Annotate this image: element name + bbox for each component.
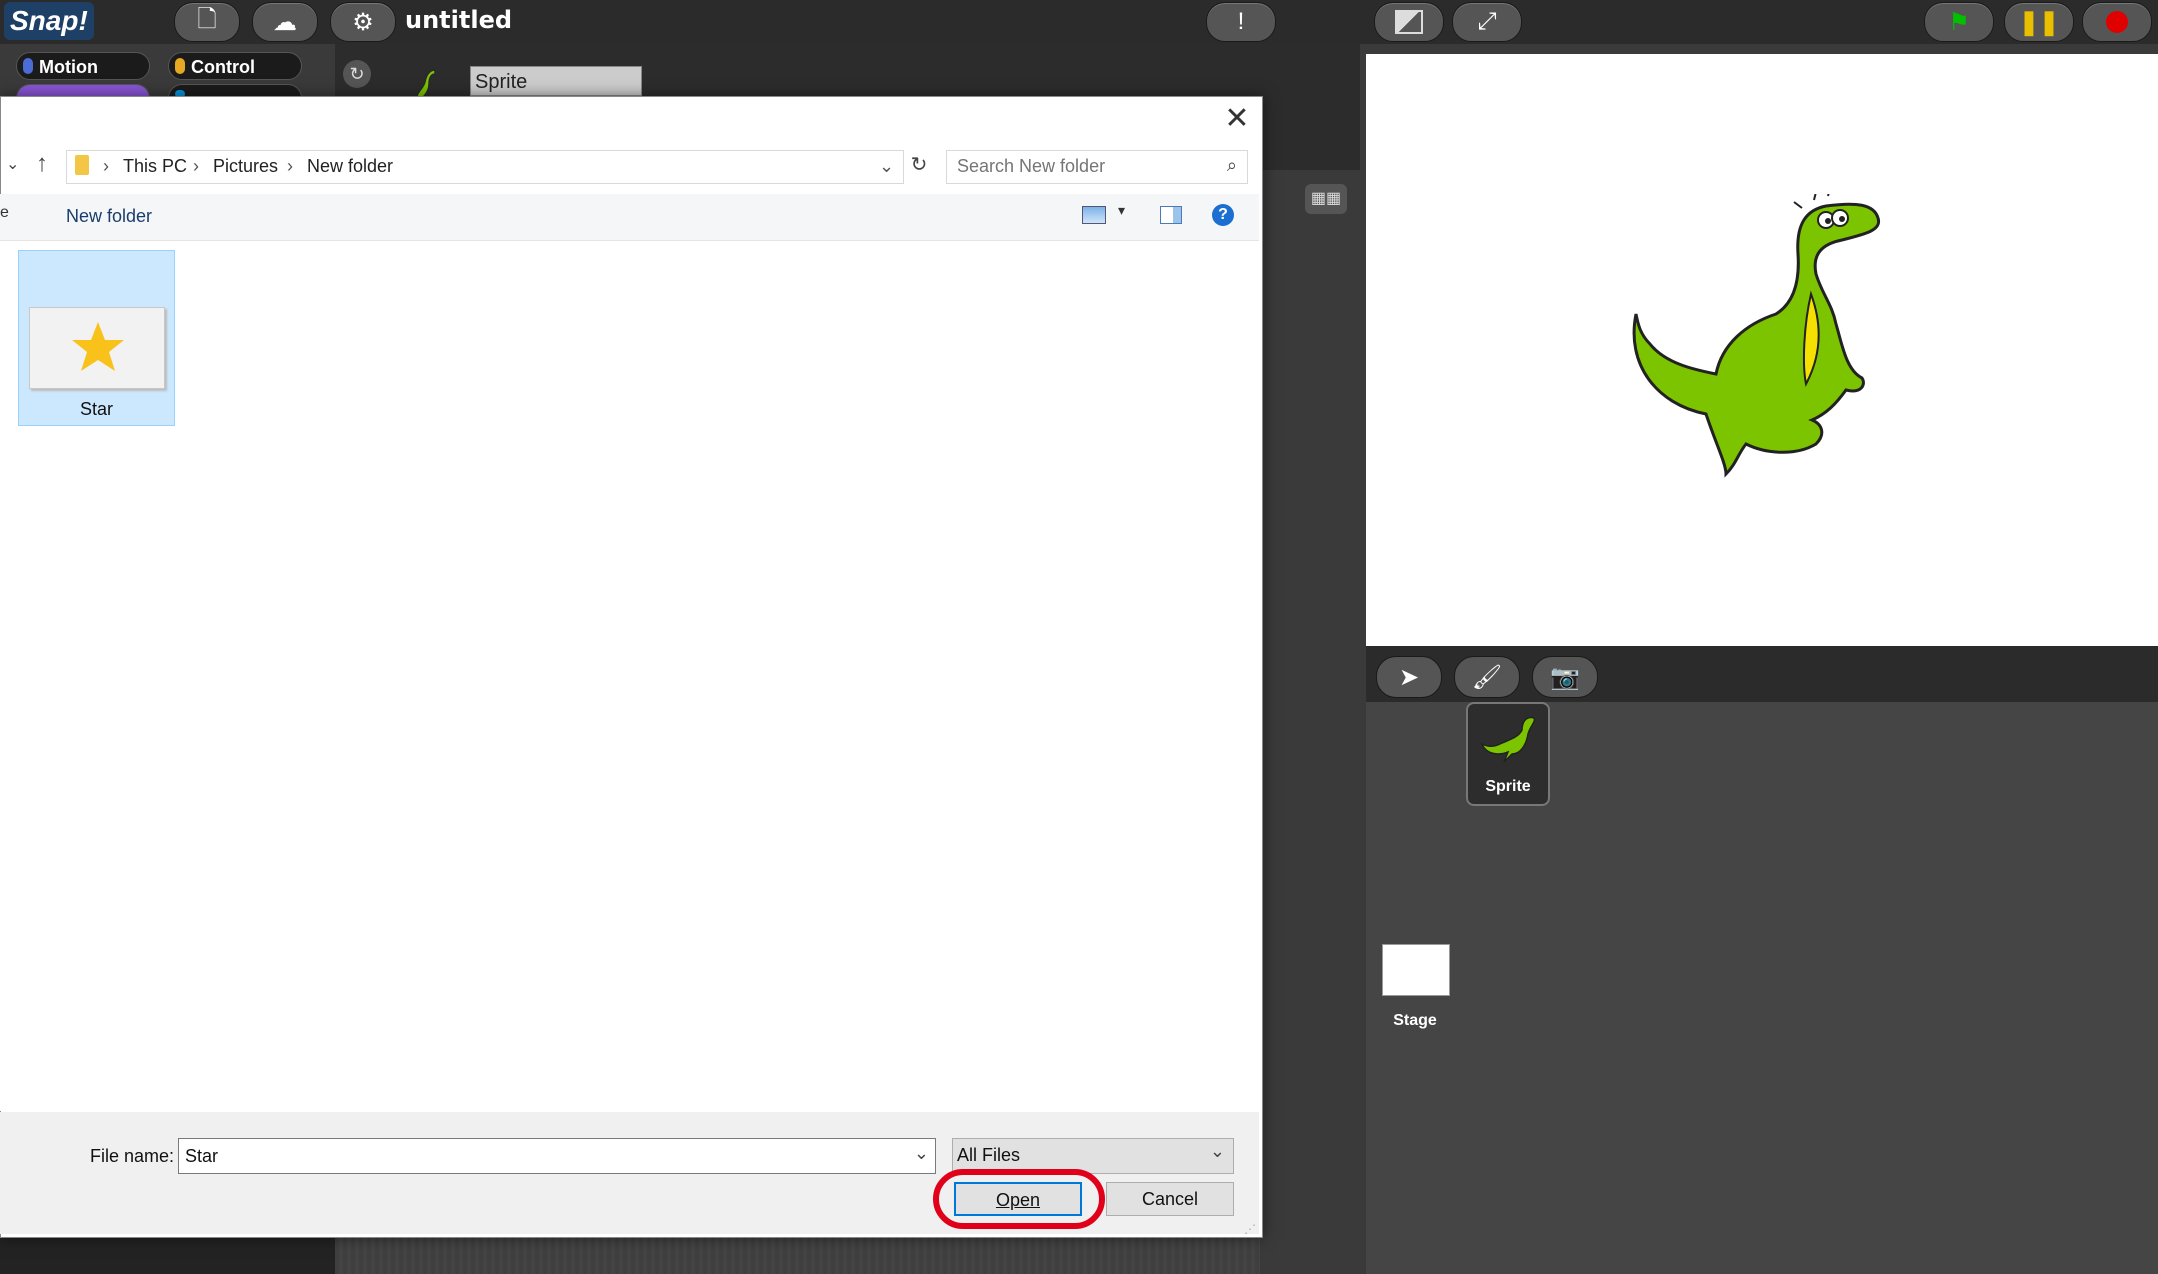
category-motion-label: Motion [39, 57, 98, 77]
file-item-star[interactable]: Star [18, 250, 175, 426]
dinosaur-sprite-icon[interactable] [1626, 194, 1886, 484]
dialog-toolbar: e ▾ ? [0, 194, 1259, 241]
top-bar: Snap! 🗋 ☁ ⚙ untitled ! ⤢ ⚑ ❚❚ [0, 0, 2158, 44]
file-type-chevron-icon: ⌄ [1209, 1141, 1225, 1161]
gear-icon: ⚙ [352, 8, 374, 36]
add-turtle-sprite-button[interactable]: ➤ [1376, 656, 1442, 698]
snap-logo[interactable]: Snap! [4, 2, 94, 40]
category-control-label: Control [191, 57, 255, 77]
folder-icon [75, 155, 89, 175]
file-item-label: Star [79, 399, 113, 419]
green-flag-icon: ⚑ [1948, 8, 1970, 36]
turtle-arrow-icon: ➤ [1398, 663, 1420, 691]
file-name-dropdown-chevron-icon[interactable]: ⌄ [914, 1143, 929, 1164]
pause-icon: ❚❚ [2018, 8, 2060, 36]
file-thumbnail [29, 307, 165, 389]
file-name-label: File name: [90, 1146, 175, 1166]
breadcrumb-separator-icon: › [103, 156, 109, 176]
cloud-icon: ☁ [273, 8, 297, 36]
organize-menu-stub[interactable]: e [0, 204, 9, 222]
breadcrumb-separator-icon: › [193, 156, 199, 176]
breadcrumb-this-pc[interactable]: This PC [123, 156, 187, 177]
project-title: untitled [405, 6, 513, 34]
green-flag-button[interactable]: ⚑ [1924, 2, 1994, 42]
up-arrow-icon[interactable]: ↑ [36, 150, 48, 178]
camera-sprite-button[interactable]: 📷 [1532, 656, 1598, 698]
keyboard-entry-icon[interactable]: ▦▦ [1305, 184, 1347, 214]
brush-icon: 🖌 [1471, 663, 1503, 691]
stop-button[interactable] [2082, 2, 2152, 42]
stage-size-button[interactable] [1374, 2, 1444, 42]
recent-locations-chevron-icon[interactable]: ⌄ [6, 154, 19, 174]
search-icon: ⌕ [1226, 155, 1237, 175]
file-name-combobox[interactable]: ⌄ [178, 1138, 936, 1174]
category-control[interactable]: Control [168, 52, 302, 80]
new-folder-button[interactable]: New folder [66, 206, 152, 227]
file-icon: 🗋 [197, 5, 217, 33]
file-list[interactable] [0, 241, 1259, 1111]
file-menu-button[interactable]: 🗋 [174, 2, 240, 42]
stop-icon [2106, 11, 2128, 33]
breadcrumb-pictures[interactable]: Pictures [213, 156, 278, 177]
cloud-menu-button[interactable]: ☁ [252, 2, 318, 42]
camera-icon: 📷 [1550, 663, 1580, 691]
file-type-value: All Files [957, 1145, 1021, 1165]
change-view-icon[interactable] [1082, 206, 1106, 224]
pause-button[interactable]: ❚❚ [2004, 2, 2074, 42]
presentation-mode-button[interactable]: ⤢ [1452, 2, 1522, 42]
sprite-thumbnail-icon [1480, 716, 1536, 763]
settings-menu-button[interactable]: ⚙ [330, 2, 396, 42]
address-dropdown-chevron-icon[interactable]: ⌄ [879, 156, 894, 177]
motion-color-icon [23, 58, 33, 74]
stage[interactable] [1366, 54, 2158, 646]
sprite-name-field[interactable]: Sprite [470, 66, 642, 96]
help-icon[interactable]: ? [1212, 204, 1234, 226]
breadcrumb-new-folder[interactable]: New folder [307, 156, 393, 177]
close-icon[interactable]: ✕ [1222, 104, 1252, 134]
control-color-icon [175, 58, 185, 74]
unused-blocks-button[interactable]: ! [1206, 2, 1276, 42]
category-selector: Motion Control [0, 44, 325, 98]
stage-label: Stage [1393, 1012, 1437, 1029]
category-motion[interactable]: Motion [16, 52, 150, 80]
sprite-tile-label: Sprite [1485, 778, 1531, 795]
star-icon [72, 322, 124, 371]
view-dropdown-chevron-icon[interactable]: ▾ [1118, 202, 1125, 219]
address-bar[interactable]: › This PC › Pictures › New folder ⌄ [66, 150, 904, 184]
stage-thumbnail[interactable] [1382, 944, 1450, 996]
search-box[interactable]: ⌕ [946, 150, 1248, 184]
breadcrumb-separator-icon: › [287, 156, 293, 176]
paint-new-sprite-button[interactable]: 🖌 [1454, 656, 1520, 698]
open-button-highlight-annotation [933, 1169, 1105, 1229]
cancel-button[interactable]: Cancel [1106, 1182, 1234, 1216]
normal-stage-icon [1395, 10, 1423, 34]
rotation-style-icon[interactable]: ↻ [343, 60, 371, 88]
search-input[interactable] [955, 155, 1209, 178]
file-name-input[interactable] [183, 1145, 887, 1168]
footprints-icon: ! [1237, 8, 1245, 35]
resize-grip-icon[interactable]: ⋰ [1244, 1222, 1256, 1236]
expand-icon: ⤢ [1477, 8, 1497, 35]
refresh-icon[interactable]: ↻ [906, 152, 932, 180]
preview-pane-icon[interactable] [1160, 206, 1182, 224]
